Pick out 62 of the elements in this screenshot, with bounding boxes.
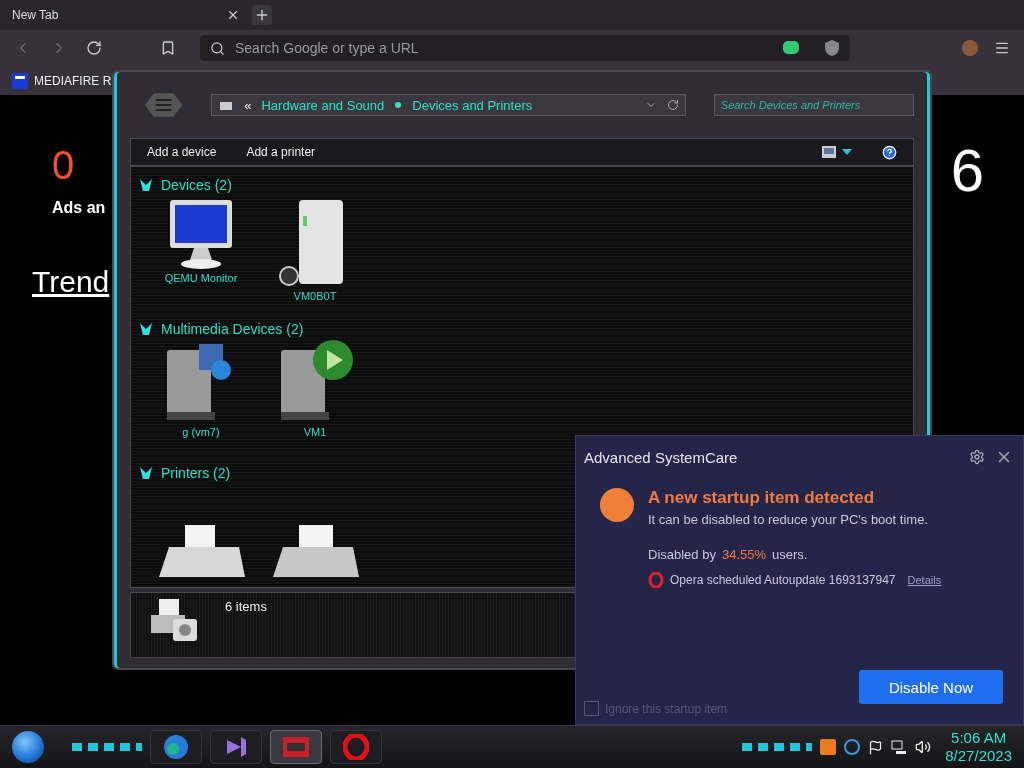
app-icon	[281, 735, 311, 759]
bookmark-link[interactable]: MEDIAFIRE R	[12, 72, 112, 89]
start-button[interactable]	[12, 731, 44, 763]
disable-button[interactable]: Disable Now	[859, 670, 1003, 704]
stat-label: Disabled by	[648, 547, 716, 562]
info-icon	[600, 488, 634, 522]
taskbar-app-button[interactable]	[150, 730, 202, 764]
device-label[interactable]: VM1	[303, 426, 327, 439]
popup-title: Advanced SystemCare	[584, 448, 738, 466]
stat-caption: Ads an	[52, 199, 107, 217]
refresh-icon[interactable]	[666, 99, 679, 111]
stat-value: 6	[950, 139, 984, 203]
flag-icon[interactable]	[868, 739, 884, 755]
group-expander-icon[interactable]	[139, 321, 153, 336]
group-expander-icon[interactable]	[139, 466, 153, 481]
opera-icon	[648, 572, 664, 588]
taskbar-accent-icon	[72, 743, 142, 751]
address-bar[interactable]: Search Google or type a URL	[200, 35, 850, 61]
settings-icon[interactable]	[967, 447, 987, 467]
stat-label: users.	[772, 547, 808, 562]
shield-icon[interactable]	[824, 39, 840, 57]
stat-value: 0	[52, 143, 75, 187]
tray-app-icon[interactable]	[820, 739, 837, 755]
bookmark-favicon-icon	[12, 72, 28, 89]
startup-item-name: Opera scheduled Autoupdate 1693137947	[670, 573, 896, 587]
network-icon[interactable]	[891, 739, 908, 755]
group-title[interactable]: Printers (2)	[161, 465, 231, 482]
popup-heading: A new startup item detected	[648, 488, 876, 508]
volume-icon[interactable]	[915, 739, 932, 755]
search-field[interactable]: Search Devices and Printers	[713, 94, 914, 116]
taskbar-app-button[interactable]	[330, 730, 382, 764]
group-title[interactable]: Multimedia Devices (2)	[161, 320, 304, 337]
device-label[interactable]: VM0B0T	[293, 290, 337, 303]
address-bar[interactable]: « Hardware and Sound Devices and Printers	[211, 94, 686, 116]
stat-percent: 34.55%	[721, 547, 767, 562]
reload-icon[interactable]	[84, 38, 104, 58]
taskbar-accent-icon	[742, 743, 813, 751]
item-count: 6 items	[225, 599, 267, 614]
app-icon	[163, 734, 189, 760]
breadcrumb-item[interactable]: Devices and Printers	[412, 97, 533, 113]
group-title[interactable]: Devices (2)	[161, 176, 232, 193]
group-expander-icon[interactable]	[139, 177, 153, 192]
new-tab-icon[interactable]	[252, 5, 272, 25]
popup-subtitle: It can be disabled to reduce your PC's boot time.	[648, 512, 929, 527]
separator-icon	[394, 101, 403, 109]
window-logo-icon	[144, 92, 184, 118]
device-label[interactable]: g (vm7)	[182, 426, 220, 439]
command-button[interactable]: Add a printer	[246, 145, 316, 159]
checkbox[interactable]	[584, 701, 599, 716]
view-icon[interactable]	[822, 146, 836, 158]
taskbar-app-button[interactable]	[210, 730, 262, 764]
breadcrumb-overflow[interactable]: «	[244, 97, 252, 113]
caret-icon[interactable]	[842, 149, 852, 155]
breadcrumb-item[interactable]: Hardware and Sound	[261, 97, 385, 113]
command-button[interactable]: Add a device	[147, 145, 217, 159]
help-icon[interactable]	[882, 144, 897, 160]
clock[interactable]: 5:06 AM 8/27/2023	[945, 729, 1012, 765]
details-link[interactable]: Details	[907, 574, 942, 586]
opera-icon	[343, 734, 369, 760]
trend-link[interactable]: Trend	[32, 265, 110, 299]
search-icon	[210, 40, 225, 56]
device-label[interactable]: QEMU Monitor	[164, 272, 238, 285]
